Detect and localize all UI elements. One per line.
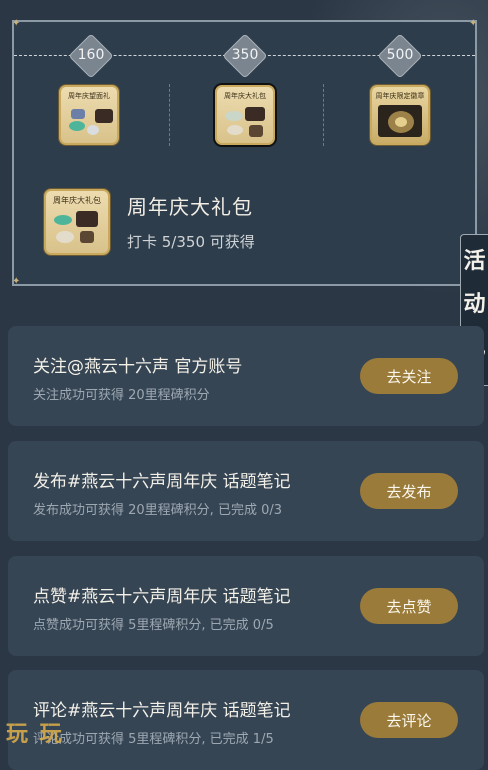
milestone-marker-160: 160 xyxy=(61,33,121,79)
divider xyxy=(169,84,170,146)
post-button[interactable]: 去发布 xyxy=(360,473,458,509)
task-card-comment: 评论#燕云十六声周年庆 话题笔记 评论成功可获得 5里程碑积分, 已完成 1/5… xyxy=(8,670,484,770)
badge-icon xyxy=(378,105,422,137)
task-card-follow: 关注@燕云十六声 官方账号 关注成功可获得 20里程碑积分 去关注 xyxy=(8,326,484,426)
task-description: 评论成功可获得 5里程碑积分, 已完成 1/5 xyxy=(33,732,274,747)
task-description: 关注成功可获得 20里程碑积分 xyxy=(33,388,210,403)
corner-ornament-icon: ✦ xyxy=(12,276,21,287)
reward-badge-500[interactable]: 周年庆限定徽章 xyxy=(370,85,430,145)
side-tab-char: 活 xyxy=(463,249,486,274)
task-description: 点赞成功可获得 5里程碑积分, 已完成 0/5 xyxy=(33,618,274,633)
like-button[interactable]: 去点赞 xyxy=(360,588,458,624)
corner-ornament-icon: ✦ xyxy=(469,18,478,29)
comment-button[interactable]: 去评论 xyxy=(360,702,458,738)
milestone-value: 160 xyxy=(77,47,105,63)
gift-items-icon xyxy=(52,209,102,247)
task-title: 评论#燕云十六声周年庆 话题笔记 xyxy=(33,701,291,721)
task-description: 发布成功可获得 20里程碑积分, 已完成 0/3 xyxy=(33,503,282,518)
corner-ornament-icon: ✦ xyxy=(12,18,21,29)
reward-gift-box-350[interactable]: 周年庆大礼包 xyxy=(215,85,275,145)
task-title: 发布#燕云十六声周年庆 话题笔记 xyxy=(33,472,291,492)
task-card-post: 发布#燕云十六声周年庆 话题笔记 发布成功可获得 20里程碑积分, 已完成 0/… xyxy=(8,441,484,541)
task-title: 关注@燕云十六声 官方账号 xyxy=(33,357,243,377)
task-card-like: 点赞#燕云十六声周年庆 话题笔记 点赞成功可获得 5里程碑积分, 已完成 0/5… xyxy=(8,556,484,656)
side-tab-char: 动 xyxy=(463,292,486,317)
milestone-value: 350 xyxy=(231,47,259,63)
divider xyxy=(323,84,324,146)
task-title: 点赞#燕云十六声周年庆 话题笔记 xyxy=(33,587,291,607)
reward-caption: 周年庆大礼包 xyxy=(224,92,266,100)
gift-items-icon xyxy=(67,105,113,137)
reward-caption: 周年庆大礼包 xyxy=(53,196,101,205)
current-reward-progress: 打卡 5/350 可获得 xyxy=(127,233,255,251)
current-reward-icon[interactable]: 周年庆大礼包 xyxy=(44,189,110,255)
milestone-value: 500 xyxy=(386,47,414,63)
reward-caption: 周年庆限定徽章 xyxy=(375,92,425,100)
milestone-marker-500: 500 xyxy=(370,33,430,79)
follow-button[interactable]: 去关注 xyxy=(360,358,458,394)
gift-items-icon xyxy=(223,105,267,137)
site-watermark: 玩 玩 xyxy=(6,722,64,747)
milestone-marker-350: 350 xyxy=(215,33,275,79)
reward-gift-box-160[interactable]: 周年庆望面礼 xyxy=(59,85,119,145)
current-reward-title: 周年庆大礼包 xyxy=(127,195,253,219)
reward-caption: 周年庆望面礼 xyxy=(68,92,110,100)
